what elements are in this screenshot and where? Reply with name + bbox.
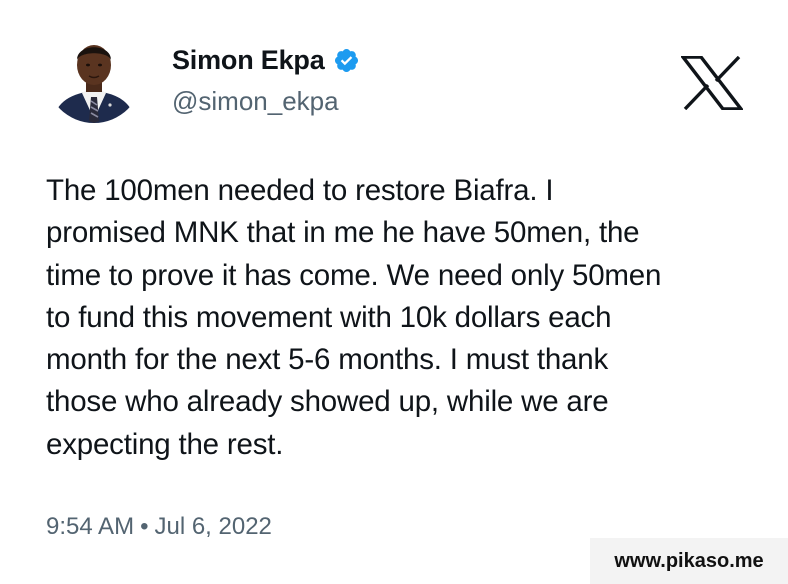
- tweet-text-line: expecting the rest.: [46, 427, 284, 461]
- tweet-date: Jul 6, 2022: [154, 513, 272, 540]
- avatar[interactable]: [46, 27, 142, 123]
- tweet-text-line: to fund this movement with 10k dollars e…: [46, 300, 612, 334]
- x-logo-icon: [679, 55, 745, 111]
- profile-photo: [46, 27, 142, 123]
- tweet-text-line: those who already showed up, while we ar…: [46, 385, 609, 419]
- verified-badge-icon: [333, 47, 360, 74]
- author-handle[interactable]: @simon_ekpa: [172, 86, 339, 116]
- tweet-timestamp[interactable]: 9:54 AM • Jul 6, 2022: [46, 512, 272, 542]
- watermark: www.pikaso.me: [590, 538, 788, 584]
- tweet-time: 9:54 AM: [46, 513, 135, 540]
- display-name-text: Simon Ekpa: [172, 45, 325, 75]
- tweet-text-line: time to prove it has come. We need only …: [46, 258, 662, 292]
- author-name[interactable]: Simon Ekpa: [172, 44, 360, 76]
- meta-separator: •: [140, 513, 149, 540]
- tweet-text-line: promised MNK that in me he have 50men, t…: [46, 216, 640, 250]
- tweet-text: The 100men needed to restore Biafra. I p…: [46, 170, 766, 466]
- tweet-text-line: month for the next 5-6 months. I must th…: [46, 343, 609, 377]
- tweet-text-line: The 100men needed to restore Biafra. I: [46, 174, 554, 207]
